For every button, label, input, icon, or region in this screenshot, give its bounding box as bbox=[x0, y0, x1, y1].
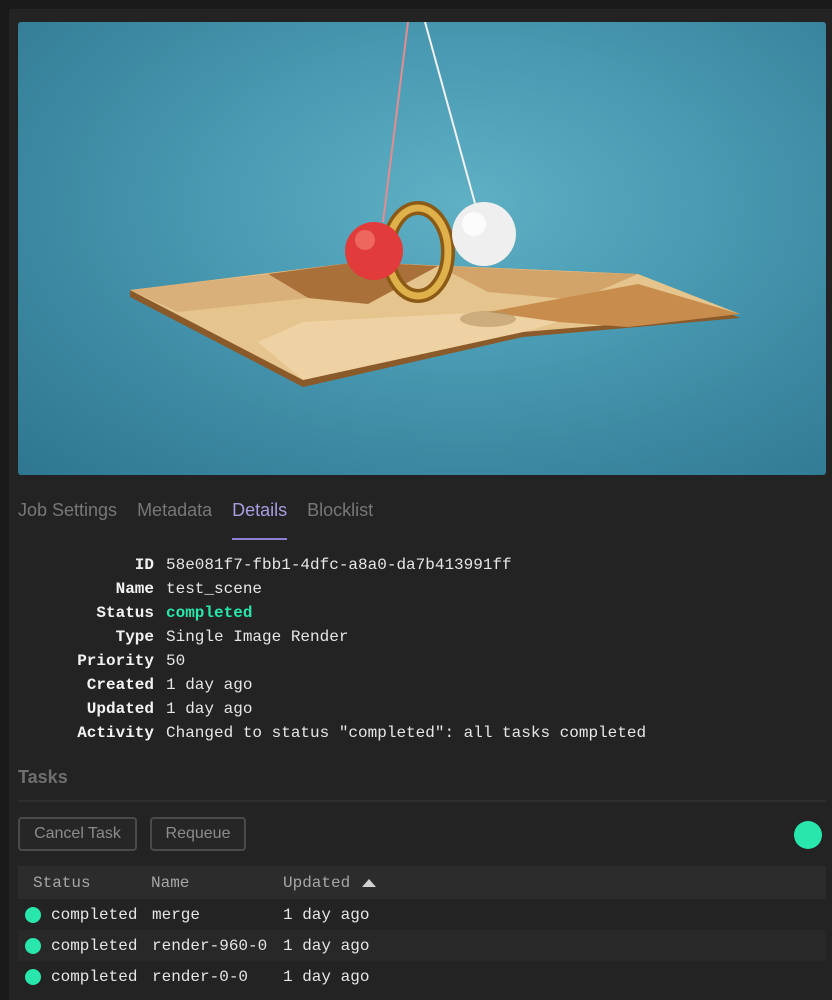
tasks-heading: Tasks bbox=[18, 767, 68, 787]
detail-row-created: Created 1 day ago bbox=[18, 673, 798, 697]
detail-value: Changed to status "completed": all tasks… bbox=[166, 724, 647, 742]
status-dot-icon bbox=[25, 937, 41, 954]
task-status: completed bbox=[51, 905, 138, 924]
detail-key: Updated bbox=[86, 700, 154, 718]
detail-key: Type bbox=[115, 628, 154, 646]
detail-row-id: ID 58e081f7-fbb1-4dfc-a8a0-da7b413991ff bbox=[18, 553, 798, 577]
table-row[interactable]: completed render-0-0 1 day ago bbox=[18, 961, 826, 992]
task-status: completed bbox=[51, 936, 138, 955]
detail-key: Status bbox=[96, 604, 154, 622]
table-row[interactable]: completed render-960-0 1 day ago bbox=[18, 930, 826, 961]
tab-blocklist[interactable]: Blocklist bbox=[307, 500, 373, 540]
column-header-status[interactable]: Status bbox=[33, 874, 91, 892]
table-header: Status Name Updated bbox=[18, 866, 826, 899]
detail-value: test_scene bbox=[166, 580, 263, 598]
detail-value: Single Image Render bbox=[166, 628, 349, 646]
detail-row-status: Status completed bbox=[18, 601, 798, 625]
cancel-task-button[interactable]: Cancel Task bbox=[18, 817, 137, 851]
status-dot-icon bbox=[25, 906, 41, 923]
detail-value: 50 bbox=[166, 652, 186, 670]
tab-details[interactable]: Details bbox=[232, 500, 288, 540]
column-header-updated-label: Updated bbox=[283, 873, 351, 892]
status-badge: completed bbox=[166, 604, 253, 622]
task-name: merge bbox=[152, 905, 201, 924]
task-updated: 1 day ago bbox=[283, 905, 370, 924]
tasks-divider bbox=[18, 800, 826, 802]
render-preview-image bbox=[18, 22, 826, 475]
detail-key: Priority bbox=[77, 652, 154, 670]
detail-key: Name bbox=[115, 580, 154, 598]
status-indicator-icon bbox=[794, 821, 822, 849]
detail-key: Activity bbox=[77, 724, 154, 742]
tab-metadata[interactable]: Metadata bbox=[137, 500, 212, 540]
detail-row-updated: Updated 1 day ago bbox=[18, 697, 798, 721]
detail-row-name: Name test_scene bbox=[18, 577, 798, 601]
sort-ascending-icon bbox=[362, 878, 377, 887]
column-header-name[interactable]: Name bbox=[151, 874, 189, 892]
detail-key: ID bbox=[134, 556, 154, 574]
tab-job-settings[interactable]: Job Settings bbox=[18, 500, 117, 540]
task-name: render-0-0 bbox=[152, 967, 249, 986]
detail-row-priority: Priority 50 bbox=[18, 649, 798, 673]
task-updated: 1 day ago bbox=[283, 936, 370, 955]
detail-value: 1 day ago bbox=[166, 676, 253, 694]
status-dot-icon bbox=[25, 968, 41, 985]
detail-value: 1 day ago bbox=[166, 700, 253, 718]
column-header-updated[interactable]: Updated bbox=[283, 873, 377, 892]
task-status: completed bbox=[51, 967, 138, 986]
detail-value: 58e081f7-fbb1-4dfc-a8a0-da7b413991ff bbox=[166, 556, 512, 574]
detail-row-type: Type Single Image Render bbox=[18, 625, 798, 649]
detail-row-activity: Activity Changed to status "completed": … bbox=[18, 721, 798, 745]
requeue-button[interactable]: Requeue bbox=[150, 817, 246, 851]
task-name: render-960-0 bbox=[152, 936, 268, 955]
detail-key: Created bbox=[86, 676, 154, 694]
table-row[interactable]: completed merge 1 day ago bbox=[18, 899, 826, 930]
tasks-table: Status Name Updated completed merge 1 da… bbox=[18, 866, 826, 992]
job-details-list: ID 58e081f7-fbb1-4dfc-a8a0-da7b413991ff … bbox=[18, 553, 798, 745]
task-updated: 1 day ago bbox=[283, 967, 370, 986]
details-tabs: Job Settings Metadata Details Blocklist bbox=[18, 500, 373, 540]
